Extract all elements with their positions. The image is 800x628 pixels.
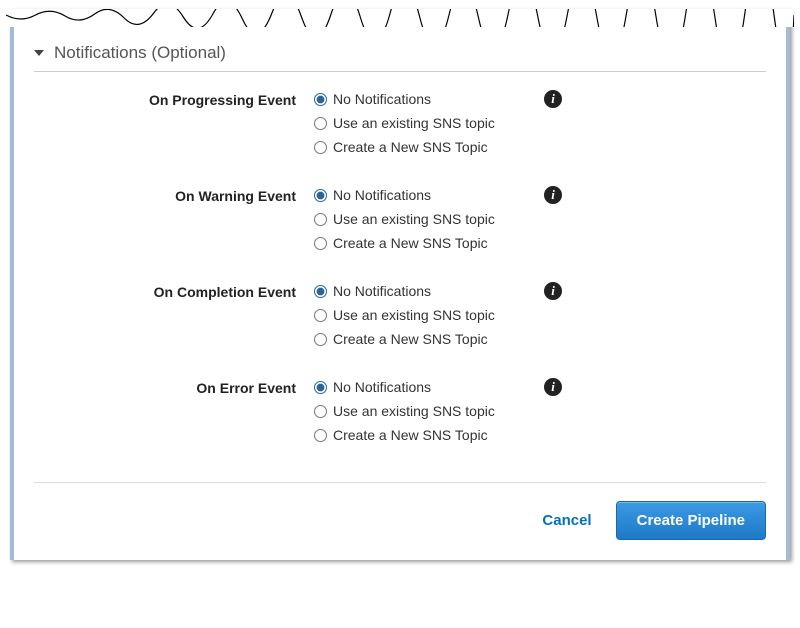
caret-down-icon (34, 50, 44, 56)
radio-option: Use an existing SNS topic (314, 114, 544, 132)
field-label-progressing: On Progressing Event (34, 90, 314, 108)
radio-option: No Notifications (314, 282, 544, 300)
field-label-warning: On Warning Event (34, 186, 314, 204)
radio-label[interactable]: No Notifications (333, 282, 431, 300)
radio-label[interactable]: Use an existing SNS topic (333, 114, 495, 132)
radio-completion-2[interactable] (314, 333, 327, 346)
torn-edge-decoration (6, 9, 794, 27)
radio-completion-1[interactable] (314, 309, 327, 322)
radio-option: Create a New SNS Topic (314, 138, 544, 156)
info-col: i (544, 186, 574, 204)
info-col: i (544, 282, 574, 300)
radio-option: Use an existing SNS topic (314, 210, 544, 228)
section-title: Notifications (Optional) (54, 43, 226, 63)
radio-label[interactable]: Create a New SNS Topic (333, 330, 488, 348)
field-row-progressing: On Progressing Event No Notifications Use … (34, 72, 766, 168)
radio-option: No Notifications (314, 90, 544, 108)
radio-warning-1[interactable] (314, 213, 327, 226)
radio-label[interactable]: No Notifications (333, 378, 431, 396)
radio-completion-0[interactable] (314, 285, 327, 298)
form-actions: Cancel Create Pipeline (34, 482, 766, 540)
info-icon[interactable]: i (544, 186, 562, 204)
section-header-notifications[interactable]: Notifications (Optional) (34, 37, 766, 72)
radio-option: No Notifications (314, 186, 544, 204)
radio-option: Create a New SNS Topic (314, 426, 544, 444)
radio-error-2[interactable] (314, 429, 327, 442)
radio-progressing-1[interactable] (314, 117, 327, 130)
radio-label[interactable]: No Notifications (333, 90, 431, 108)
field-options-error: No Notifications Use an existing SNS topi… (314, 378, 544, 450)
radio-label[interactable]: Use an existing SNS topic (333, 306, 495, 324)
radio-label[interactable]: Create a New SNS Topic (333, 138, 488, 156)
radio-option: Create a New SNS Topic (314, 330, 544, 348)
field-label-error: On Error Event (34, 378, 314, 396)
radio-error-0[interactable] (314, 381, 327, 394)
field-options-progressing: No Notifications Use an existing SNS topi… (314, 90, 544, 162)
radio-error-1[interactable] (314, 405, 327, 418)
radio-label[interactable]: Use an existing SNS topic (333, 210, 495, 228)
field-row-completion: On Completion Event No Notifications Use a… (34, 264, 766, 360)
radio-option: Use an existing SNS topic (314, 402, 544, 420)
radio-option: Use an existing SNS topic (314, 306, 544, 324)
info-icon[interactable]: i (544, 90, 562, 108)
field-label-completion: On Completion Event (34, 282, 314, 300)
info-col: i (544, 90, 574, 108)
radio-label[interactable]: Use an existing SNS topic (333, 402, 495, 420)
radio-progressing-0[interactable] (314, 93, 327, 106)
events-container: On Progressing Event No Notifications Use … (34, 72, 766, 456)
radio-option: No Notifications (314, 378, 544, 396)
field-row-error: On Error Event No Notifications Use an exi… (34, 360, 766, 456)
radio-warning-0[interactable] (314, 189, 327, 202)
field-row-warning: On Warning Event No Notifications Use an e… (34, 168, 766, 264)
radio-label[interactable]: Create a New SNS Topic (333, 426, 488, 444)
create-pipeline-button[interactable]: Create Pipeline (616, 501, 766, 540)
radio-warning-2[interactable] (314, 237, 327, 250)
radio-option: Create a New SNS Topic (314, 234, 544, 252)
form-panel: Notifications (Optional) On Progressing … (10, 9, 790, 560)
info-icon[interactable]: i (544, 378, 562, 396)
field-options-completion: No Notifications Use an existing SNS topi… (314, 282, 544, 354)
field-options-warning: No Notifications Use an existing SNS topi… (314, 186, 544, 258)
info-icon[interactable]: i (544, 282, 562, 300)
radio-progressing-2[interactable] (314, 141, 327, 154)
info-col: i (544, 378, 574, 396)
radio-label[interactable]: Create a New SNS Topic (333, 234, 488, 252)
cancel-button[interactable]: Cancel (536, 504, 597, 537)
radio-label[interactable]: No Notifications (333, 186, 431, 204)
